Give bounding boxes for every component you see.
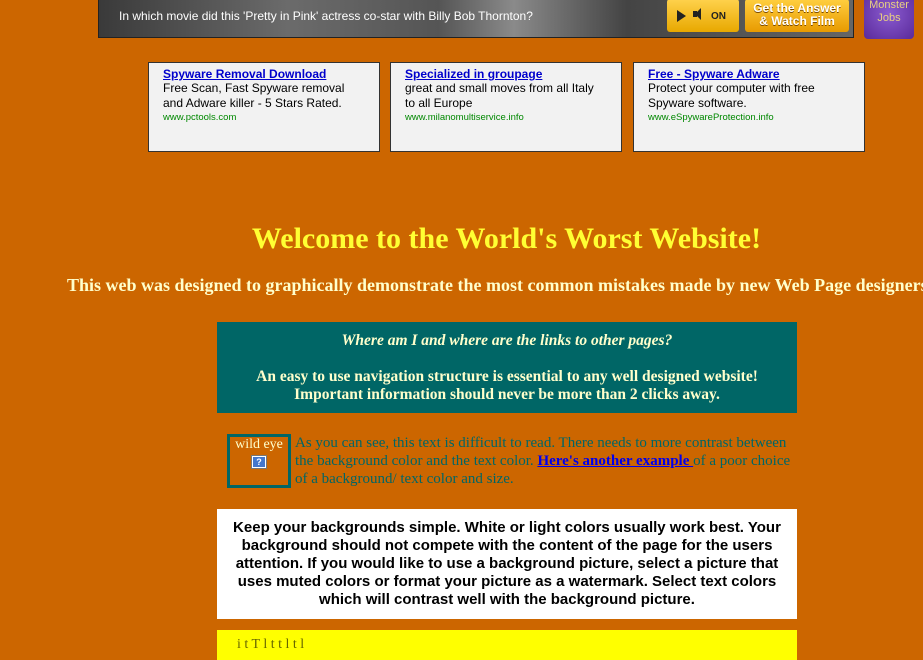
play-sound-button[interactable]: ON <box>667 0 739 32</box>
page-tagline: This web was designed to graphically dem… <box>67 275 923 295</box>
speaker-icon <box>693 8 701 20</box>
ad-title-link[interactable]: Free - Spyware Adware <box>648 67 850 81</box>
navigation-tip-line-2: Important information should never be mo… <box>294 386 720 403</box>
monster-line-1: Monster <box>869 0 909 11</box>
question-glyph: ? <box>253 457 265 467</box>
navigation-tip-text: An easy to use navigation structure is e… <box>217 368 797 404</box>
navigation-tip-box: Where am I and where are the links to ot… <box>217 322 797 413</box>
low-contrast-paragraph: As you can see, this text is difficult t… <box>295 434 795 488</box>
ad-box-2: Specialized in groupage great and small … <box>390 62 622 152</box>
navigation-question: Where am I and where are the links to ot… <box>341 332 673 349</box>
ad-body: Free Scan, Fast Spyware removal and Adwa… <box>163 81 345 110</box>
background-advice-box: Keep your backgrounds simple. White or l… <box>217 509 797 619</box>
another-example-link[interactable]: Here's another example <box>537 453 693 469</box>
ad-body: great and small moves from all Italy to … <box>405 81 594 110</box>
background-advice-text: Keep your backgrounds simple. White or l… <box>233 519 781 608</box>
wild-eye-alt-text: wild eye <box>235 437 283 452</box>
sound-on-label: ON <box>711 11 726 22</box>
cta-line-2: & Watch Film <box>759 14 835 28</box>
page-title: Welcome to the World's Worst Website! <box>251 222 762 255</box>
navigation-tip-line-1: An easy to use navigation structure is e… <box>256 368 758 385</box>
ad-url[interactable]: www.eSpywareProtection.info <box>648 111 850 124</box>
play-icon <box>677 10 686 22</box>
ad-title-link[interactable]: Specialized in groupage <box>405 67 607 81</box>
ad-url[interactable]: www.pctools.com <box>163 111 365 124</box>
wild-eye-broken-image: wild eye ? <box>227 434 291 488</box>
monster-jobs-logo[interactable]: Monster Jobs <box>864 0 914 39</box>
get-answer-button[interactable]: Get the Answer & Watch Film <box>745 0 849 32</box>
broken-image-icon: ? <box>251 455 267 469</box>
ad-body: Protect your computer with free Spyware … <box>648 81 815 110</box>
ad-url[interactable]: www.milanomultiservice.info <box>405 111 607 124</box>
movie-trivia-banner-ad[interactable]: In which movie did this 'Pretty in Pink'… <box>98 0 854 38</box>
ad-box-1: Spyware Removal Download Free Scan, Fast… <box>148 62 380 152</box>
banner-question: In which movie did this 'Pretty in Pink'… <box>119 9 533 23</box>
ad-box-3: Free - Spyware Adware Protect your compu… <box>633 62 865 152</box>
yellow-box-text: i t T l t t l t l <box>237 637 305 652</box>
ad-title-link[interactable]: Spyware Removal Download <box>163 67 365 81</box>
yellow-text-box: i t T l t t l t l <box>217 630 797 660</box>
monster-line-2: Jobs <box>877 12 901 24</box>
